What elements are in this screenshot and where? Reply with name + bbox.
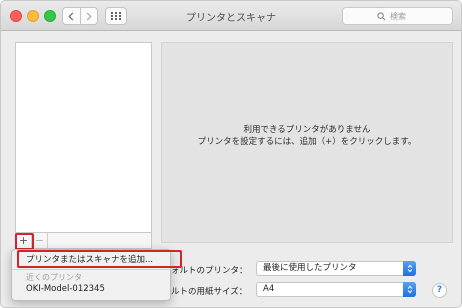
paper-size-value: A4 — [263, 284, 275, 294]
nearby-printer-item[interactable]: OKI-Model-012345 — [26, 284, 105, 294]
list-buttons: + − — [15, 233, 152, 249]
search-input[interactable] — [390, 11, 418, 21]
printer-list[interactable] — [15, 42, 152, 233]
default-printer-popup[interactable]: 最後に使用したプリンタ — [256, 261, 416, 276]
forward-button[interactable] — [79, 8, 98, 24]
chevron-left-icon — [68, 11, 74, 21]
default-printer-label: ォルトのプリンタ： — [171, 266, 248, 276]
add-button-highlight — [15, 233, 34, 250]
minimize-window-button[interactable] — [27, 10, 39, 22]
back-button[interactable] — [63, 8, 80, 24]
menu-divider — [12, 269, 172, 270]
zoom-window-button[interactable] — [44, 10, 56, 22]
popup-arrows-icon — [403, 282, 416, 297]
title-bar: プリンタとスキャナ — [1, 1, 461, 31]
grid-icon — [111, 12, 121, 20]
navigation-buttons — [62, 7, 98, 25]
empty-state-message: 利用できるプリンタがありません プリンタを設定するには、追加（+）をクリックしま… — [161, 124, 453, 148]
empty-message-line1: 利用できるプリンタがありません — [243, 125, 371, 135]
paper-size-popup[interactable]: A4 — [256, 282, 416, 297]
default-printer-value: 最後に使用したプリンタ — [263, 263, 357, 273]
add-menu: プリンタまたはスキャナを追加... 近くのプリンタ OKI-Model-0123… — [11, 249, 182, 301]
search-icon — [377, 11, 386, 20]
empty-message-line2: プリンタを設定するには、追加（+）をクリックします。 — [197, 137, 417, 147]
paper-size-label: ルトの用紙サイズ： — [171, 287, 248, 297]
menu-item-highlight — [17, 250, 182, 268]
show-all-button[interactable] — [105, 7, 127, 25]
popup-arrows-icon — [403, 261, 416, 276]
close-window-button[interactable] — [10, 10, 22, 22]
remove-printer-button[interactable]: − — [32, 233, 48, 248]
help-button[interactable]: ? — [432, 283, 447, 298]
printers-scanners-window: プリンタとスキャナ + − 利用できるプリンタがありません プリンタを設定するに… — [0, 0, 462, 308]
window-title: プリンタとスキャナ — [186, 13, 276, 24]
chevron-right-icon — [86, 11, 92, 21]
search-field[interactable] — [342, 7, 453, 25]
nearby-printers-header: 近くのプリンタ — [26, 273, 82, 282]
